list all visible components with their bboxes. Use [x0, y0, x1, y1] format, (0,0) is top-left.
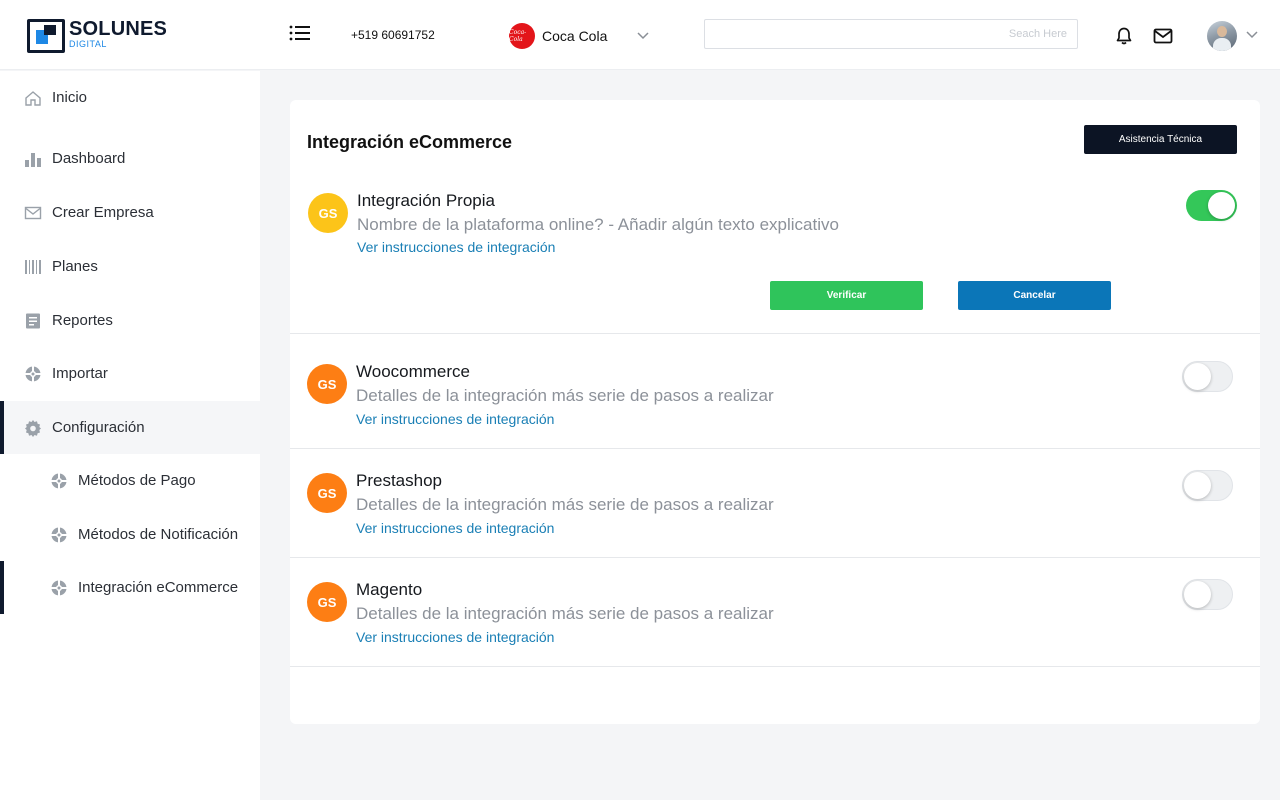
sidebar-item-metodos-pago[interactable]: Métodos de Pago — [0, 454, 260, 507]
integration-toggle[interactable] — [1186, 190, 1237, 221]
sidebar-item-label: Crear Empresa — [52, 204, 154, 221]
company-selector[interactable]: Coca-Cola Coca Cola — [509, 23, 649, 49]
sidebar-item-crear-empresa[interactable]: Crear Empresa — [0, 186, 260, 239]
hamburger-menu-icon[interactable] — [289, 24, 311, 42]
sidebar-item-dashboard[interactable]: Dashboard — [0, 132, 260, 185]
bar-chart-icon — [24, 150, 42, 168]
sidebar-item-label: Métodos de Notificación — [78, 526, 239, 543]
globe-icon — [24, 365, 42, 383]
integration-row: GS Prestashop Detalles de la integración… — [290, 449, 1260, 558]
chevron-down-icon — [637, 32, 649, 40]
integration-toggle[interactable] — [1182, 361, 1233, 392]
integrations-card: Integración eCommerce Asistencia Técnica… — [290, 100, 1260, 724]
integration-title: Integración Propia — [357, 191, 495, 210]
gear-icon — [24, 419, 42, 437]
verify-button[interactable]: Verificar — [770, 281, 923, 310]
sidebar-item-label: Métodos de Pago — [78, 472, 196, 489]
integration-title: Woocommerce — [356, 362, 470, 381]
integration-toggle[interactable] — [1182, 470, 1233, 501]
search-input[interactable] — [704, 19, 1078, 49]
sidebar-item-reportes[interactable]: Reportes — [0, 294, 260, 347]
integration-instructions-link[interactable]: Ver instrucciones de integración — [357, 239, 555, 255]
integration-badge: GS — [307, 473, 347, 513]
integration-title: Magento — [356, 580, 423, 599]
sidebar-item-metodos-notificacion[interactable]: Métodos de Notificación — [0, 508, 260, 561]
top-header: SOLUNES DIGITAL +519 60691752 Coca-Cola … — [0, 0, 1280, 70]
barcode-icon — [24, 258, 42, 276]
sidebar-item-integracion-ecommerce[interactable]: Integración eCommerce — [0, 561, 260, 614]
sidebar-item-label: Inicio — [52, 89, 88, 106]
logo-mark-icon — [27, 19, 65, 53]
home-icon — [24, 89, 42, 107]
user-avatar[interactable] — [1207, 21, 1237, 51]
report-icon — [24, 312, 42, 330]
globe-icon — [50, 526, 68, 544]
sidebar-item-label: Reportes — [52, 312, 113, 329]
user-menu-chevron-icon[interactable] — [1246, 31, 1258, 39]
integration-badge: GS — [307, 582, 347, 622]
page-title: Integración eCommerce — [307, 132, 513, 152]
sidebar-item-label: Integración eCommerce — [78, 579, 239, 596]
integration-title: Prestashop — [356, 471, 442, 490]
integration-instructions-link[interactable]: Ver instrucciones de integración — [356, 411, 554, 427]
brand-logo[interactable]: SOLUNES DIGITAL — [27, 19, 167, 53]
sidebar-item-configuracion[interactable]: Configuración — [0, 401, 260, 454]
integration-description: Detalles de la integración más serie de … — [356, 386, 774, 405]
globe-icon — [50, 472, 68, 490]
integration-badge: GS — [307, 364, 347, 404]
brand-sub: DIGITAL — [69, 39, 107, 49]
sidebar-item-label: Configuración — [52, 419, 145, 436]
sidebar-item-importar[interactable]: Importar — [0, 347, 260, 400]
integration-badge: GS — [308, 193, 348, 233]
sidebar-item-inicio[interactable]: Inicio — [0, 71, 260, 124]
sidebar-item-label: Importar — [52, 365, 108, 382]
sidebar-item-label: Planes — [52, 258, 98, 275]
brand-name: SOLUNES — [69, 18, 168, 40]
integration-toggle[interactable] — [1182, 579, 1233, 610]
integration-row: GS Integración Propia Nombre de la plata… — [290, 180, 1260, 334]
integration-row: GS Woocommerce Detalles de la integració… — [290, 334, 1260, 449]
envelope-icon — [24, 204, 42, 222]
bell-icon[interactable] — [1114, 26, 1134, 46]
mail-icon[interactable] — [1153, 27, 1173, 45]
integration-description: Detalles de la integración más serie de … — [356, 495, 774, 514]
sidebar: Inicio Dashboard Crear Empresa Planes Re… — [0, 71, 260, 800]
integration-instructions-link[interactable]: Ver instrucciones de integración — [356, 629, 554, 645]
sidebar-item-label: Dashboard — [52, 150, 126, 167]
integration-description: Nombre de la plataforma online? - Añadir… — [357, 215, 839, 234]
company-logo: Coca-Cola — [509, 23, 535, 49]
integration-description: Detalles de la integración más serie de … — [356, 604, 774, 623]
cancel-button[interactable]: Cancelar — [958, 281, 1111, 310]
globe-icon — [50, 579, 68, 597]
integration-instructions-link[interactable]: Ver instrucciones de integración — [356, 520, 554, 536]
company-name: Coca Cola — [542, 28, 608, 44]
technical-assistance-button[interactable]: Asistencia Técnica — [1084, 125, 1237, 154]
integration-row: GS Magento Detalles de la integración má… — [290, 558, 1260, 667]
phone-number: +519 60691752 — [351, 28, 435, 42]
sidebar-item-planes[interactable]: Planes — [0, 240, 260, 293]
